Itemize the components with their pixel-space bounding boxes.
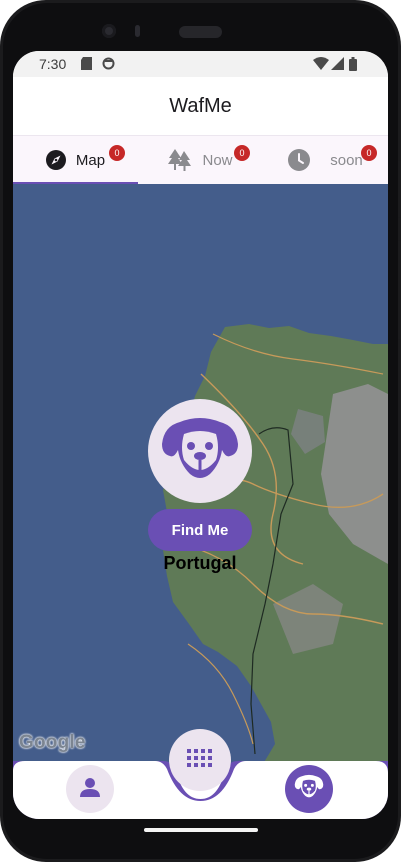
home-indicator[interactable]: [144, 828, 258, 832]
status-bar: 7:30: [13, 51, 388, 77]
tab-soon[interactable]: soon 0: [263, 136, 388, 184]
clock-icon: [288, 149, 311, 171]
find-me-button[interactable]: Find Me: [148, 509, 252, 551]
dog-icon: [294, 773, 324, 805]
battery-icon: [349, 57, 357, 74]
tab-soon-label: soon: [330, 151, 363, 169]
screen: 7:30 WafMe Map 0 Now 0 soon 0 Google Fin…: [13, 51, 388, 819]
tab-now-label: Now: [202, 151, 233, 169]
trees-icon: [168, 149, 192, 171]
dog-nav-button[interactable]: [285, 765, 333, 813]
profile-nav-button[interactable]: [66, 765, 114, 813]
wifi-icon: [313, 57, 329, 73]
tab-map-badge: 0: [109, 145, 125, 161]
earpiece: [179, 26, 222, 38]
phone-frame: 7:30 WafMe Map 0 Now 0 soon 0 Google Fin…: [0, 0, 401, 862]
apps-grid-button[interactable]: [169, 729, 231, 791]
tab-now-badge: 0: [234, 145, 250, 161]
tab-map-label: Map: [75, 151, 106, 169]
tab-now[interactable]: Now 0: [138, 136, 263, 184]
sd-card-icon: [81, 57, 92, 73]
dog-avatar: [148, 399, 252, 503]
dog-icon: [160, 414, 240, 489]
sync-icon: [102, 57, 115, 73]
tab-bar: Map 0 Now 0 soon 0: [13, 135, 388, 184]
status-time: 7:30: [39, 56, 67, 72]
compass-icon: [45, 150, 66, 170]
app-title: WafMe: [169, 95, 232, 117]
tab-soon-badge: 0: [361, 145, 377, 161]
app-bar: WafMe: [13, 77, 388, 135]
person-icon: [78, 775, 102, 804]
signal-icon: [331, 57, 344, 73]
proximity-sensor: [135, 25, 140, 37]
front-camera: [102, 24, 116, 38]
country-label: Portugal: [163, 553, 237, 573]
tab-map[interactable]: Map 0: [13, 136, 138, 184]
grid-icon: [187, 748, 213, 772]
